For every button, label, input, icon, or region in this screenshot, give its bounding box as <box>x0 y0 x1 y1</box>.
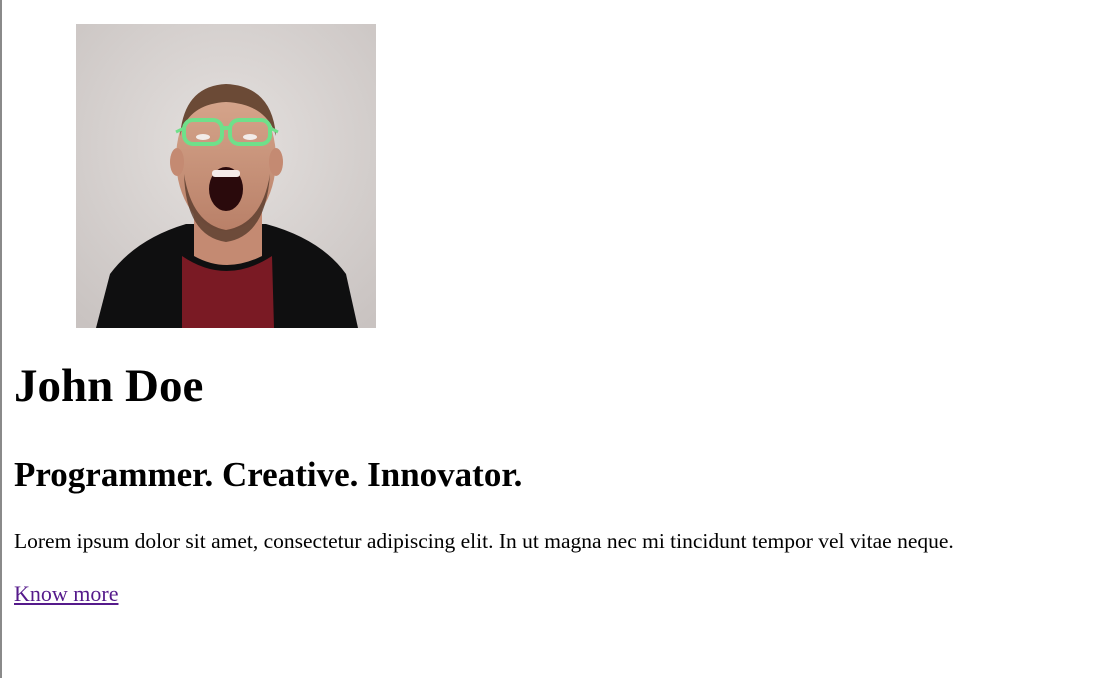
know-more-link[interactable]: Know more <box>14 581 118 606</box>
profile-photo-image <box>76 24 376 328</box>
profile-tagline: Programmer. Creative. Innovator. <box>14 455 523 494</box>
profile-bio: Lorem ipsum dolor sit amet, consectetur … <box>14 529 954 553</box>
profile-name: John Doe <box>14 360 204 412</box>
profile-photo <box>76 24 376 328</box>
